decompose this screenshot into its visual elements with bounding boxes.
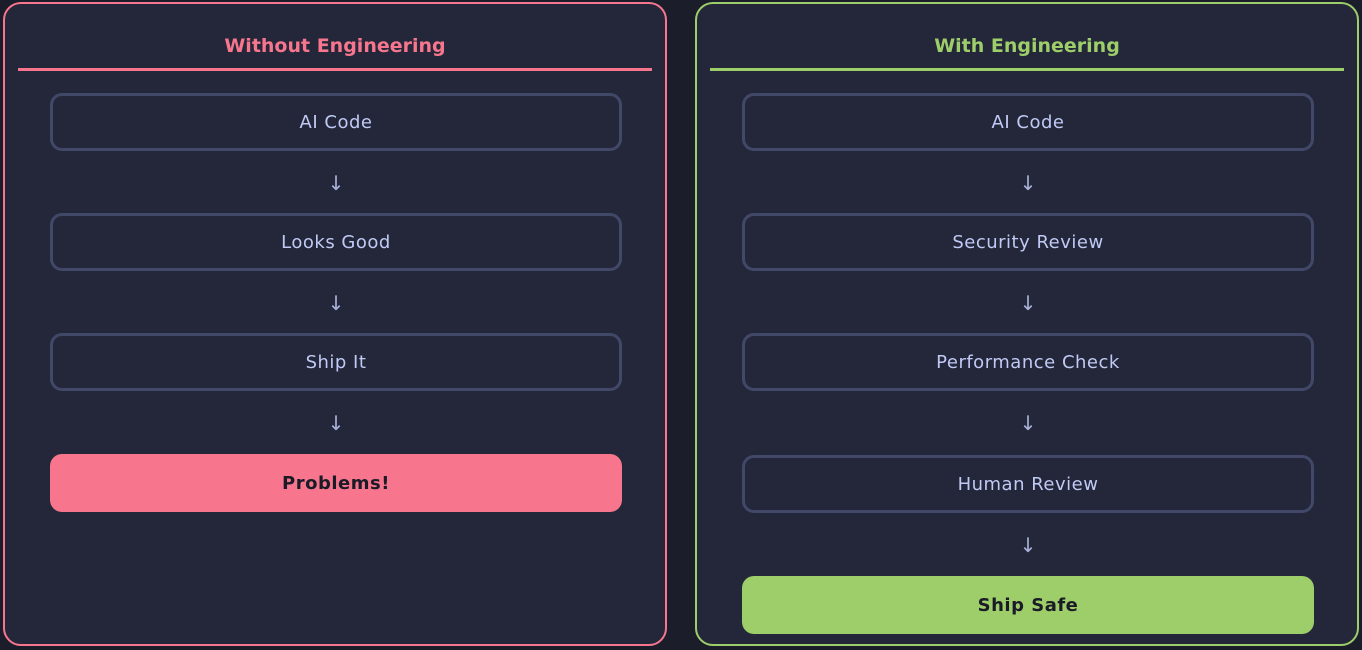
step-ai-code: AI Code xyxy=(50,93,622,151)
down-arrow-icon: ↓ xyxy=(1019,411,1037,435)
down-arrow-icon: ↓ xyxy=(1019,171,1037,195)
down-arrow-icon: ↓ xyxy=(327,411,345,435)
panel-title-without-engineering: Without Engineering xyxy=(18,34,652,71)
outcome-ship-safe: Ship Safe xyxy=(742,576,1314,634)
panel-title-with-engineering: With Engineering xyxy=(710,34,1344,71)
down-arrow-icon: ↓ xyxy=(1019,533,1037,557)
with-engineering-panel: With Engineering AI Code ↓ Security Revi… xyxy=(695,2,1359,646)
without-engineering-panel: Without Engineering AI Code ↓ Looks Good… xyxy=(3,2,667,646)
down-arrow-icon: ↓ xyxy=(327,171,345,195)
step-human-review: Human Review xyxy=(742,455,1314,513)
step-security-review: Security Review xyxy=(742,213,1314,271)
outcome-problems: Problems! xyxy=(50,454,622,512)
down-arrow-icon: ↓ xyxy=(327,291,345,315)
step-performance-check: Performance Check xyxy=(742,333,1314,391)
down-arrow-icon: ↓ xyxy=(1019,291,1037,315)
step-ship-it: Ship It xyxy=(50,333,622,391)
step-ai-code: AI Code xyxy=(742,93,1314,151)
step-looks-good: Looks Good xyxy=(50,213,622,271)
